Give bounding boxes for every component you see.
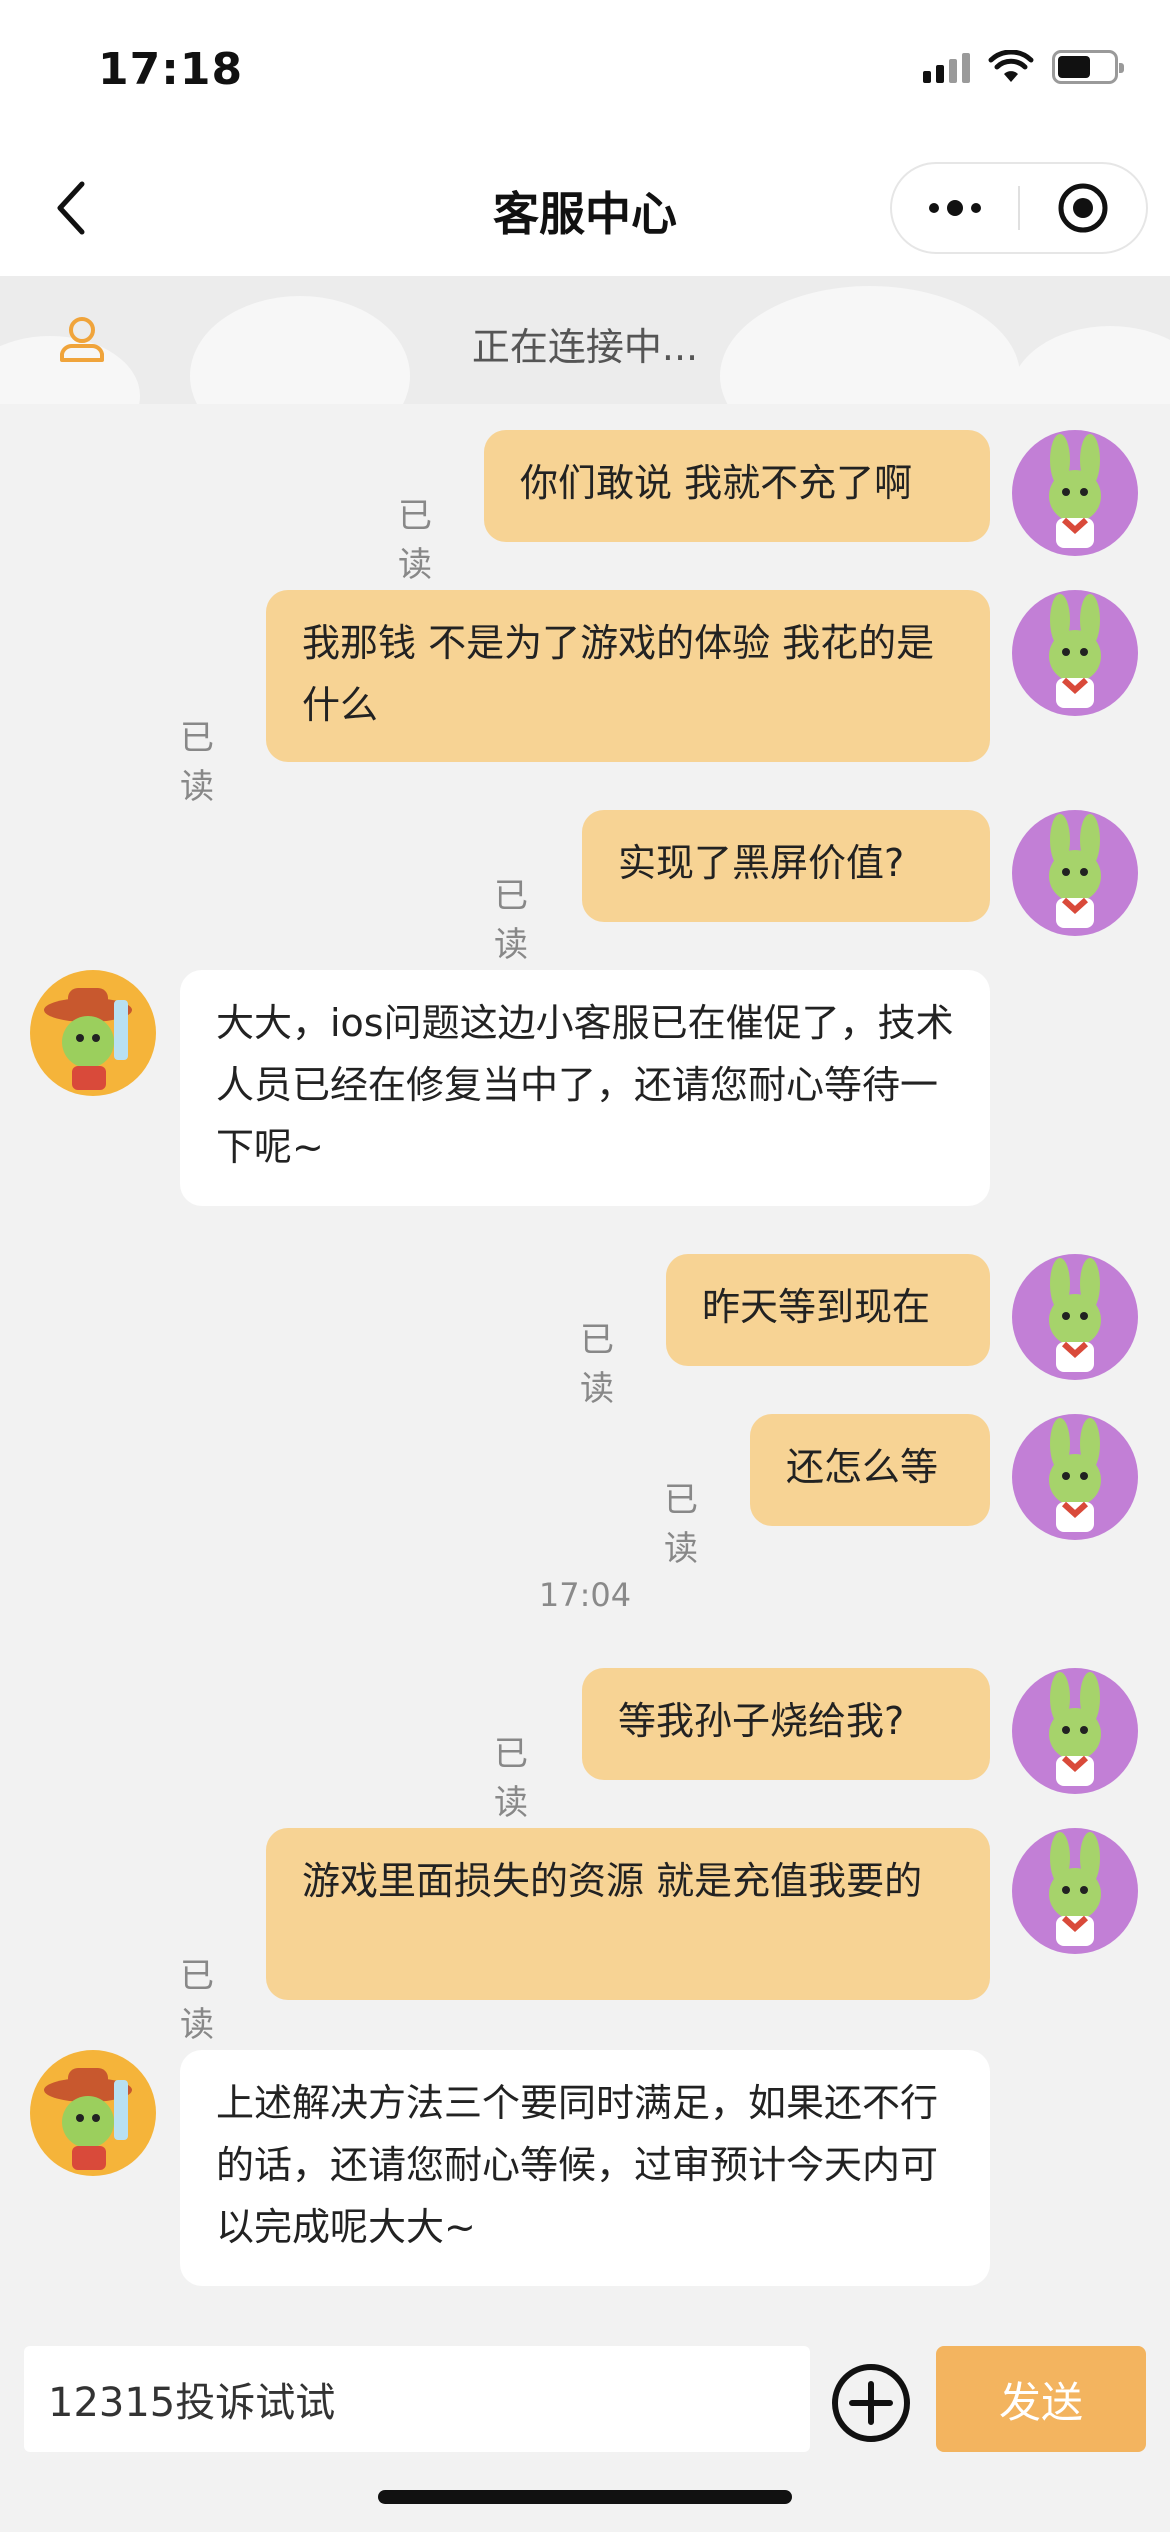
plus-circle-icon — [832, 2364, 910, 2442]
send-button[interactable]: 发送 — [936, 2346, 1146, 2452]
message-bubble[interactable]: 实现了黑屏价值? — [582, 810, 990, 922]
message-bubble[interactable]: 昨天等到现在 — [666, 1254, 990, 1366]
read-receipt: 已读 — [180, 718, 214, 807]
read-receipt: 已读 — [494, 1734, 528, 1823]
user-avatar[interactable] — [1012, 810, 1138, 936]
bunny-avatar-icon — [1049, 594, 1101, 708]
status-time: 17:18 — [98, 44, 244, 95]
target-circle-icon — [1058, 183, 1108, 233]
read-receipt: 已读 — [180, 1956, 214, 2045]
bunny-avatar-icon — [1049, 1258, 1101, 1372]
close-miniprogram-button[interactable] — [1020, 164, 1146, 252]
bunny-avatar-icon — [1049, 434, 1101, 548]
message-input[interactable] — [24, 2346, 810, 2452]
user-avatar[interactable] — [1012, 1668, 1138, 1794]
agent-avatar[interactable] — [30, 2050, 156, 2176]
more-button[interactable] — [892, 164, 1018, 252]
bunny-avatar-icon — [1049, 814, 1101, 928]
read-receipt: 已读 — [398, 496, 432, 585]
message-bubble[interactable]: 还怎么等 — [750, 1414, 990, 1526]
agent-avatar[interactable] — [30, 970, 156, 1096]
user-avatar[interactable] — [1012, 1414, 1138, 1540]
read-receipt: 已读 — [664, 1480, 698, 1569]
read-receipt: 已读 — [494, 876, 528, 965]
bunny-avatar-icon — [1049, 1418, 1101, 1532]
read-receipt: 已读 — [580, 1320, 614, 1409]
message-bubble[interactable]: 我那钱 不是为了游戏的体验 我花的是什么 — [266, 590, 990, 762]
connection-status-banner: 正在连接中... — [0, 276, 1170, 404]
bunny-avatar-icon — [1049, 1832, 1101, 1946]
more-dots-icon — [929, 200, 981, 216]
message-bubble[interactable]: 你们敢说 我就不充了啊 — [484, 430, 990, 542]
status-bar: 17:18 — [0, 0, 1170, 140]
cellular-signal-icon — [923, 51, 970, 83]
home-indicator — [378, 2490, 792, 2504]
connection-status-text: 正在连接中... — [471, 325, 699, 369]
user-avatar[interactable] — [1012, 1828, 1138, 1954]
wifi-icon — [988, 50, 1034, 82]
message-bubble[interactable]: 上述解决方法三个要同时满足，如果还不行的话，还请您耐心等候，过审预计今天内可以完… — [180, 2050, 990, 2286]
user-avatar[interactable] — [1012, 1254, 1138, 1380]
user-avatar[interactable] — [1012, 590, 1138, 716]
message-bubble[interactable]: 等我孙子烧给我? — [582, 1668, 990, 1780]
miniprogram-capsule — [890, 162, 1148, 254]
cowboy-avatar-icon — [44, 2068, 132, 2170]
add-attachment-button[interactable] — [830, 2362, 912, 2444]
bunny-avatar-icon — [1049, 1672, 1101, 1786]
chat-screen: 17:18 客服中心 正在连接中... 已读 你们敢说 我就不充了啊 已读 我那… — [0, 0, 1170, 2532]
nav-bar: 客服中心 — [0, 140, 1170, 276]
status-icons — [923, 50, 1124, 84]
message-bubble[interactable]: 大大，ios问题这边小客服已在催促了，技术人员已经在修复当中了，还请您耐心等待一… — [180, 970, 990, 1206]
user-avatar[interactable] — [1012, 430, 1138, 556]
message-bubble[interactable]: 游戏里面损失的资源 就是充值我要的 — [266, 1828, 990, 2000]
cowboy-avatar-icon — [44, 988, 132, 1090]
time-separator: 17:04 — [538, 1576, 632, 1614]
battery-icon — [1052, 50, 1124, 84]
